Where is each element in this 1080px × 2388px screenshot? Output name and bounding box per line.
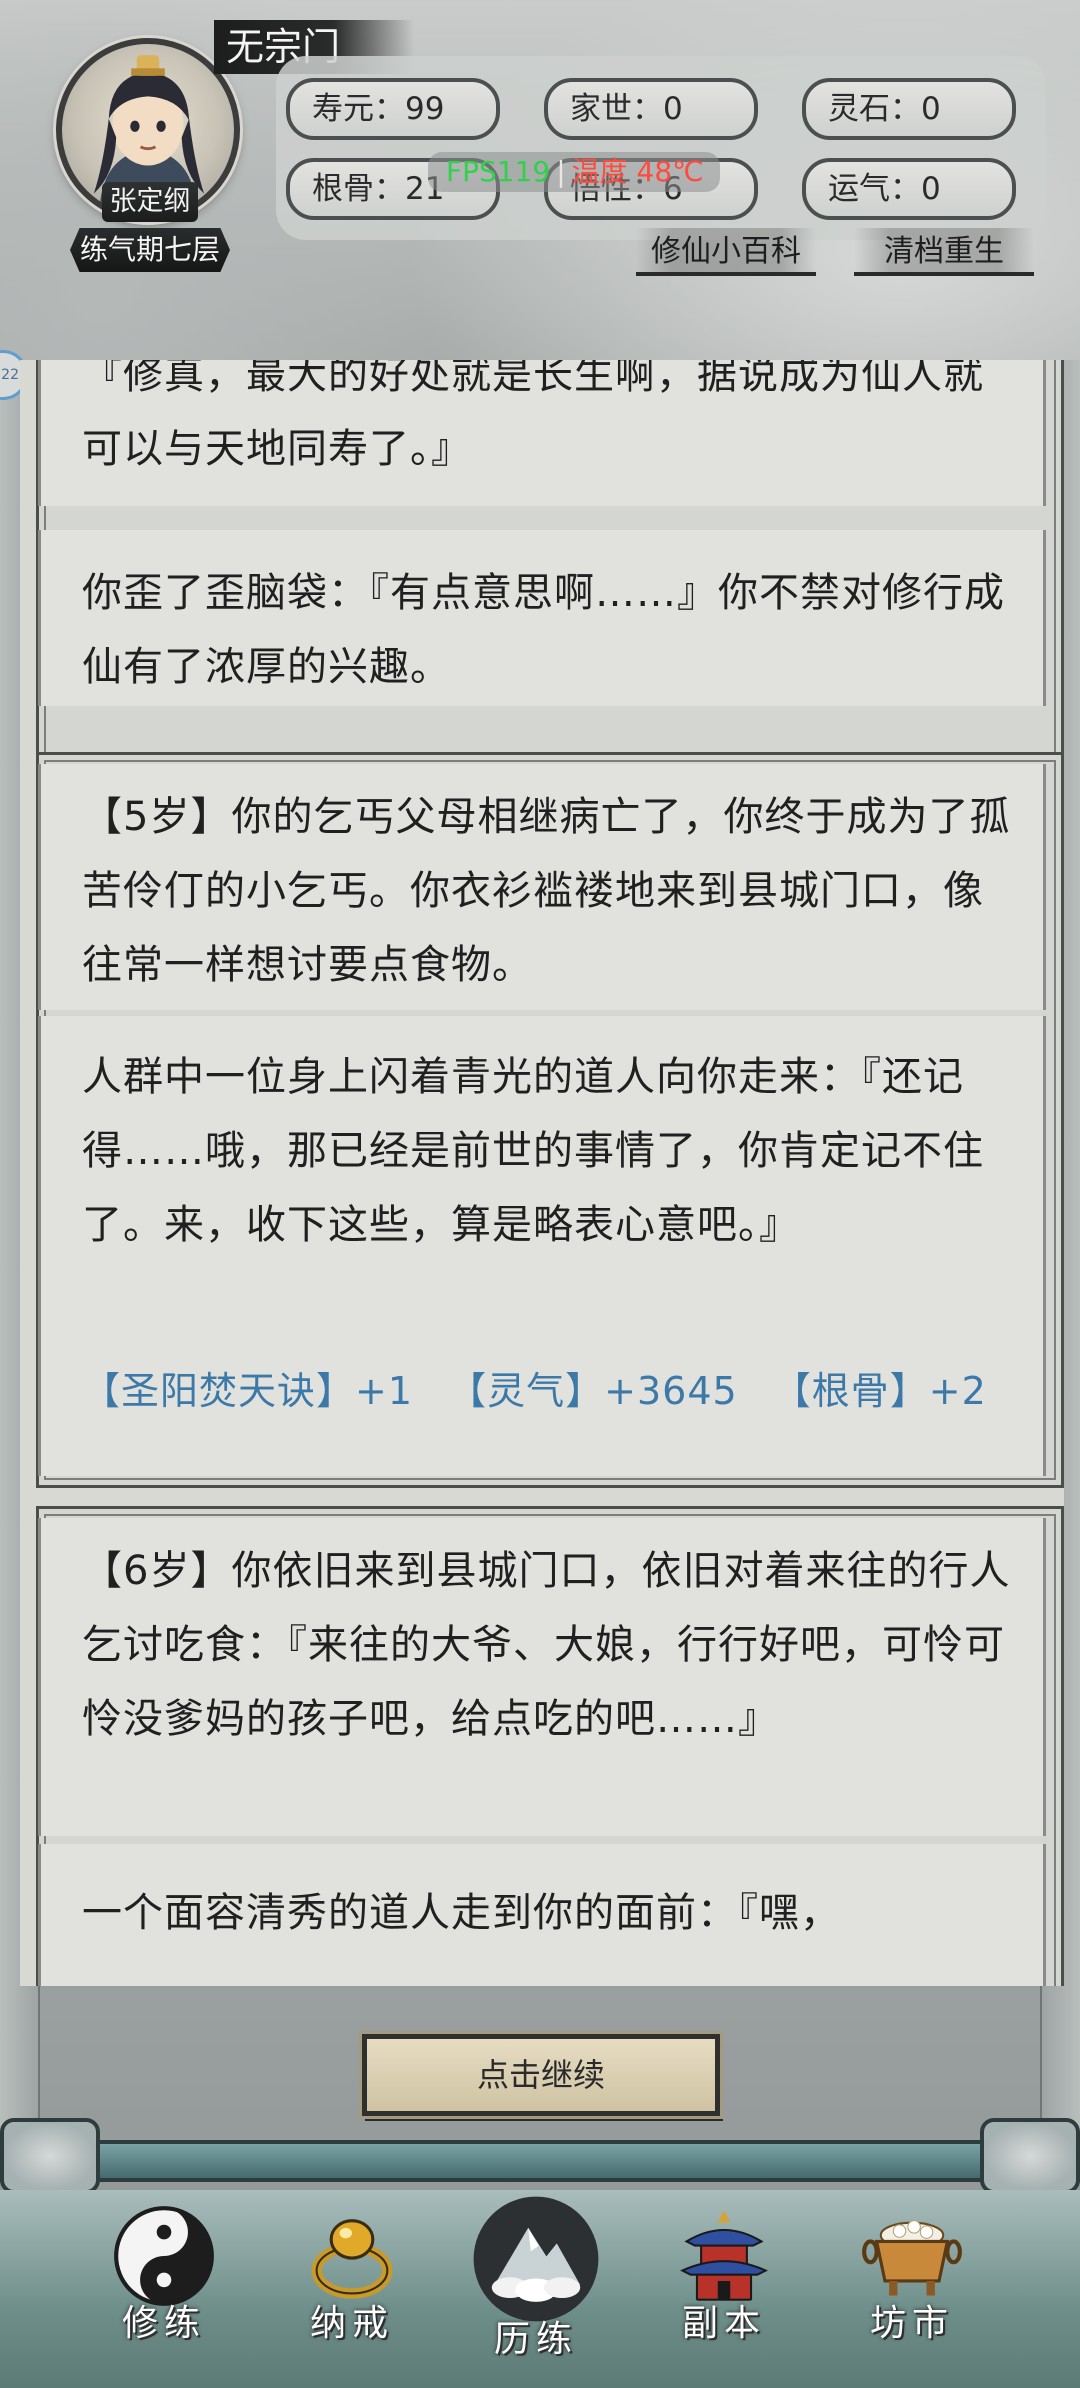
- story-text: 【6岁】你依旧来到县城门口，依旧对着来往的行人乞讨吃食：『来往的大爷、大娘，行行…: [82, 1548, 1011, 1742]
- story-text: 一个面容清秀的道人走到你的面前：『嘿，: [82, 1890, 841, 1936]
- nav-label: 修练: [121, 2303, 206, 2344]
- nav-item-dungeon[interactable]: 副本: [644, 2200, 804, 2370]
- wiki-link[interactable]: 修仙小百科: [636, 228, 816, 276]
- nav-item-market[interactable]: 坊市: [832, 2200, 992, 2370]
- yin-yang-icon: [114, 2206, 214, 2306]
- stat-family: 家世：0: [544, 78, 758, 140]
- treasure-cauldron-icon: [862, 2220, 962, 2296]
- reward-line: 【圣阳焚天诀】+1 【灵气】+3645 【根骨】+2: [82, 1360, 1042, 1415]
- reward-qi: 【灵气】+3645: [448, 1369, 738, 1413]
- story-text: 你歪了歪脑袋：『有点意思啊……』你不禁对修行成仙有了浓厚的兴趣。: [82, 570, 1005, 690]
- pagoda-icon: [679, 2210, 769, 2301]
- story-scroll-area[interactable]: 『修真，最大的好处就是长生啊，据说成为仙人就可以与天地同寿了。』 你歪了歪脑袋：…: [20, 360, 1064, 1986]
- nav-label: 历练: [493, 2319, 578, 2360]
- mountain-cloud-icon: [473, 2196, 599, 2322]
- story-text: 【5岁】你的乞丐父母相继病亡了，你终于成为了孤苦伶仃的小乞丐。你衣衫褴褛地来到县…: [82, 794, 1011, 988]
- scroll-rod-right-end: [980, 2118, 1080, 2194]
- scroll-rod-left-end: [0, 2118, 100, 2194]
- reward-root-bone: 【根骨】+2: [772, 1369, 987, 1413]
- fps-counter: FPS119: [446, 155, 551, 188]
- stat-spirit-stones: 灵石：0: [802, 78, 1016, 140]
- character-name: 张定纲: [102, 182, 198, 222]
- story-text: 『修真，最大的好处就是长生啊，据说成为仙人就可以与天地同寿了。』: [82, 360, 984, 472]
- nav-item-cultivate[interactable]: 修练: [84, 2200, 244, 2370]
- nav-item-storage-ring[interactable]: 纳戒: [272, 2200, 432, 2370]
- scroll-rod: [0, 2140, 1080, 2182]
- reset-link[interactable]: 清档重生: [854, 228, 1034, 276]
- stat-luck: 运气：0: [802, 158, 1016, 220]
- reward-technique: 【圣阳焚天诀】+1: [82, 1369, 414, 1413]
- nav-item-adventure[interactable]: 历练: [456, 2196, 616, 2370]
- story-text: 人群中一位身上闪着青光的道人向你走来：『还记得……哦，那已经是前世的事情了，你肯…: [82, 1054, 984, 1248]
- nav-label: 副本: [681, 2303, 766, 2344]
- ring-icon: [311, 2219, 393, 2299]
- cultivation-realm: 练气期七层: [70, 228, 230, 272]
- nav-label: 纳戒: [309, 2303, 394, 2344]
- nav-label: 坊市: [869, 2303, 954, 2344]
- fps-overlay: FPS119 | 温度 48℃: [428, 152, 720, 192]
- stat-lifespan: 寿元：99: [286, 78, 500, 140]
- fps-separator: |: [556, 155, 566, 188]
- continue-button[interactable]: 点击继续: [362, 2034, 720, 2116]
- temperature-readout: 温度 48℃: [571, 155, 704, 188]
